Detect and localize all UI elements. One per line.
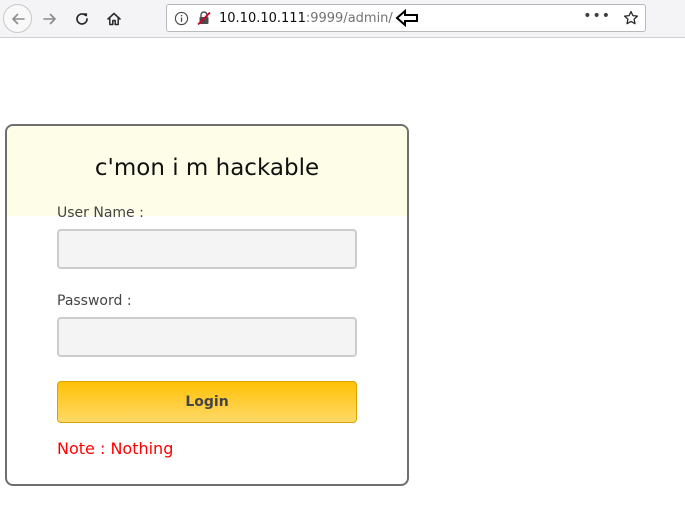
bookmark-star-icon[interactable] [623,10,639,26]
back-arrow-icon [11,13,25,24]
login-card: c'mon i m hackable User Name : Password … [5,124,409,486]
page-title: c'mon i m hackable [94,155,320,181]
password-input[interactable] [57,317,357,357]
reload-button[interactable] [67,4,97,34]
home-icon [107,12,121,26]
url-host: 10.10.10.111 [219,11,306,26]
url-text[interactable]: 10.10.10.111:9999/admin/ [219,10,393,27]
page-actions-icon[interactable]: ••• [583,8,611,24]
home-button[interactable] [99,4,129,34]
reload-icon [76,13,88,25]
username-label: User Name : [57,205,144,221]
back-button[interactable] [3,4,32,33]
info-icon[interactable] [174,11,189,26]
url-path: :9999/admin/ [305,11,393,26]
browser-toolbar: 10.10.10.111:9999/admin/ ••• [0,0,685,38]
insecure-lock-icon[interactable] [196,10,212,26]
login-button[interactable]: Login [57,381,357,423]
password-label: Password : [57,293,132,309]
forward-arrow-icon [43,13,56,25]
forward-button[interactable] [35,4,65,34]
address-bar[interactable]: 10.10.10.111:9999/admin/ ••• [166,4,646,32]
username-input[interactable] [57,229,357,269]
note-text: Note : Nothing [57,439,174,458]
mouse-cursor-icon [395,9,418,27]
